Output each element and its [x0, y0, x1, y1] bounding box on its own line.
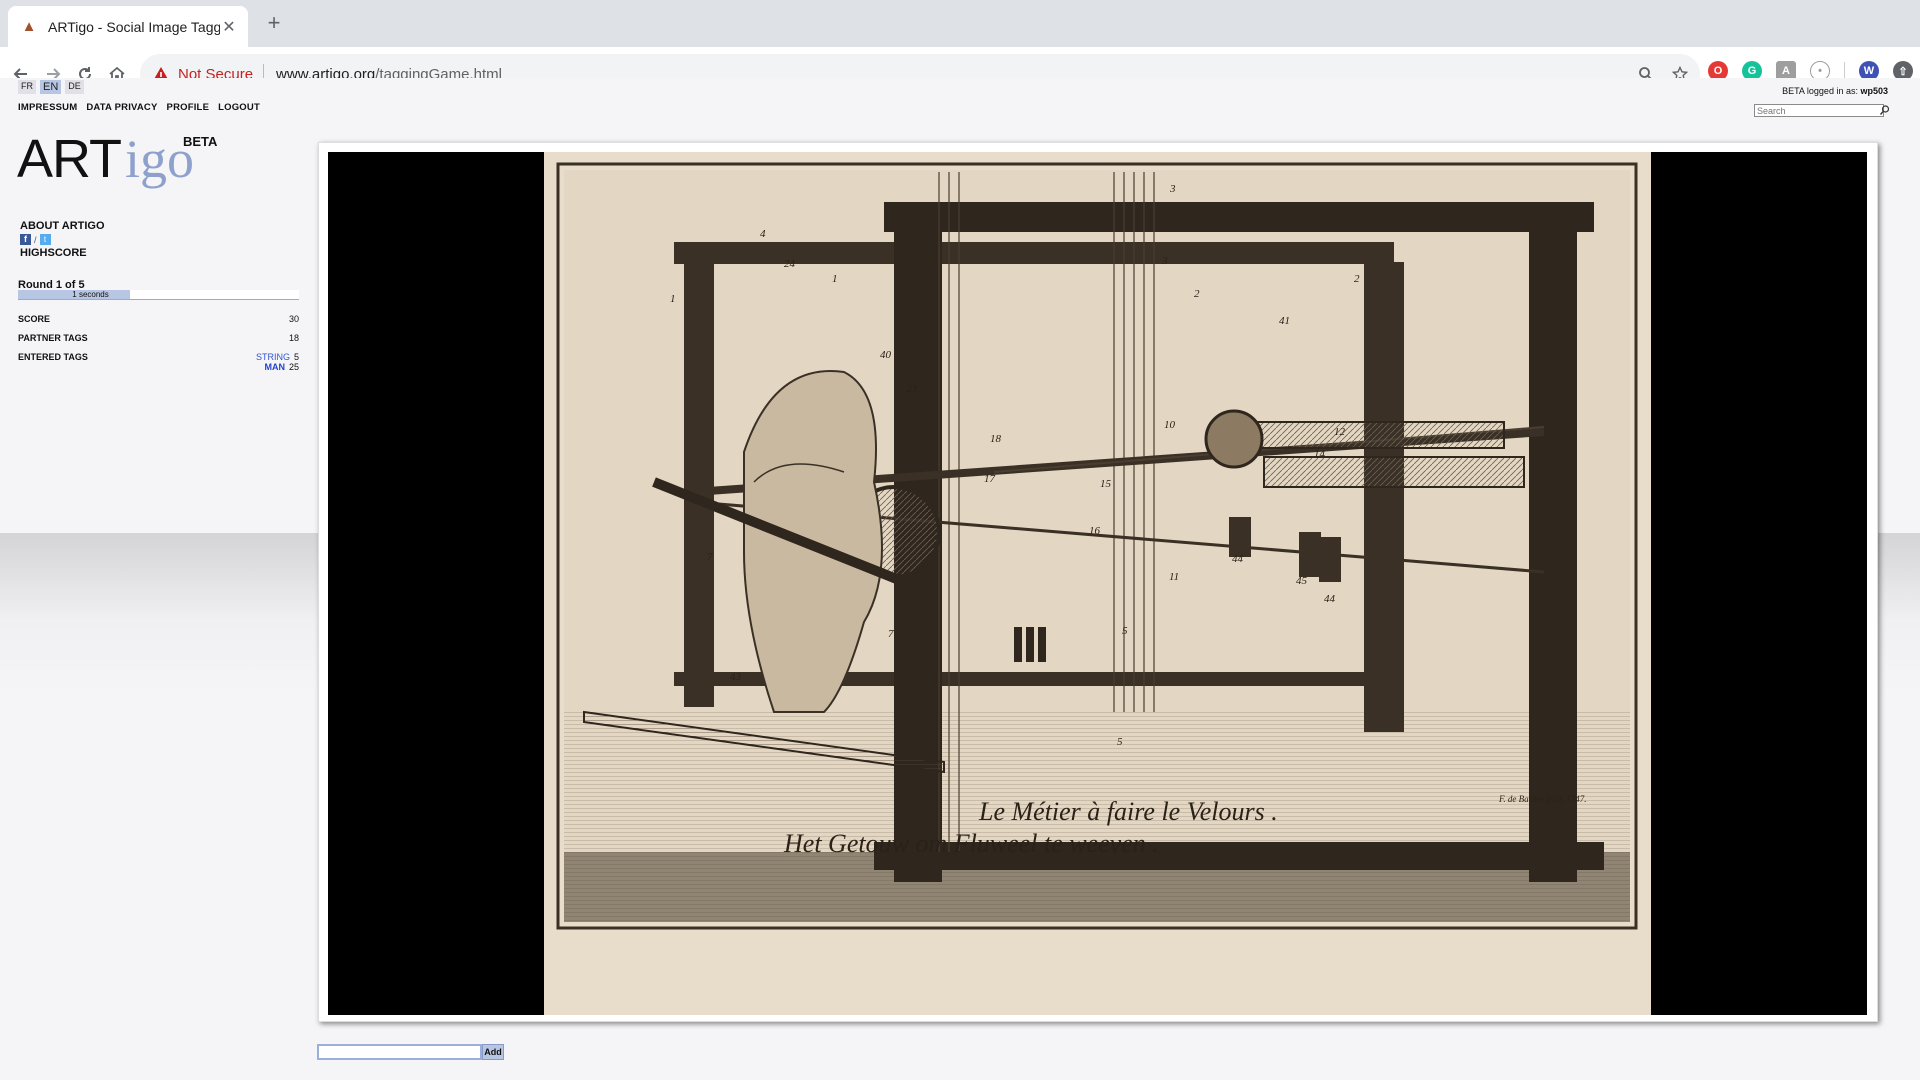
plate-numeral: 4 [760, 228, 766, 240]
round-timer-text: 1 seconds [72, 290, 109, 299]
lang-en[interactable]: EN [40, 80, 62, 94]
plate-numeral: 24 [784, 258, 796, 270]
login-prefix: BETA logged in as: [1782, 86, 1858, 96]
plate-numeral: 45 [1296, 575, 1308, 587]
sidebar-links: ABOUT ARTIGO f / t HIGHSCORE [20, 220, 105, 259]
plate-numeral: 17 [984, 473, 996, 485]
plate-numeral: 41 [1279, 315, 1290, 327]
language-switcher: FR EN DE [18, 80, 84, 94]
logout-link[interactable]: LOGOUT [218, 102, 260, 113]
tab-title: ARTigo - Social Image Tagging [48, 18, 220, 35]
plate-numeral: 15 [1100, 478, 1112, 490]
page-content: FR EN DE IMPRESSUM DATA PRIVACY PROFILE … [0, 78, 1920, 1080]
facebook-icon[interactable]: f [20, 234, 31, 245]
add-tag-button[interactable]: Add [482, 1044, 504, 1060]
entered-tag-name[interactable]: MAN [264, 362, 285, 372]
artigo-favicon-icon: ▲ [21, 18, 37, 35]
artwork-image: Le Métier à faire le Velours . Het Getou… [544, 152, 1651, 1015]
score-label: SCORE [18, 314, 51, 324]
plate-numeral: 11 [1169, 571, 1179, 583]
highscore-link[interactable]: HIGHSCORE [20, 247, 105, 259]
new-tab-button[interactable]: + [260, 10, 288, 38]
login-status: BETA logged in as: wp503 [1782, 86, 1888, 96]
browser-tab[interactable]: ▲ ARTigo - Social Image Tagging ✕ [8, 6, 248, 47]
plate-numeral: 7 [888, 628, 894, 640]
search-input[interactable] [1754, 104, 1884, 117]
list-item: MAN 25 [256, 362, 299, 372]
top-navigation: IMPRESSUM DATA PRIVACY PROFILE LOGOUT [18, 102, 260, 113]
artwork-signature: F. de Bakker fecit, 1747. [1498, 794, 1587, 804]
entered-tag-name[interactable]: STRING [256, 352, 290, 362]
plate-numeral: 23 [906, 383, 918, 395]
artwork-background: Le Métier à faire le Velours . Het Getou… [328, 152, 1867, 1015]
artwork-frame: Le Métier à faire le Velours . Het Getou… [318, 142, 1878, 1022]
plate-numeral: 5 [1117, 736, 1123, 748]
plate-numeral: 12 [1334, 426, 1346, 438]
impressum-link[interactable]: IMPRESSUM [18, 102, 77, 113]
plate-numeral: 10 [1164, 419, 1176, 431]
data-privacy-link[interactable]: DATA PRIVACY [86, 102, 157, 113]
plate-numeral: 1 [670, 293, 676, 305]
username: wp503 [1860, 86, 1888, 96]
close-tab-icon[interactable]: ✕ [220, 17, 238, 37]
entered-tag-count: 25 [288, 362, 299, 372]
profile-link[interactable]: PROFILE [167, 102, 210, 113]
twitter-icon[interactable]: t [39, 234, 51, 245]
browser-tab-bar: ▲ ARTigo - Social Image Tagging ✕ + [0, 0, 1920, 47]
plate-numeral: 2 [1354, 273, 1360, 285]
plate-numeral: 43 [730, 671, 742, 683]
plate-numeral: 7 [707, 551, 713, 563]
entered-tag-count: 5 [293, 352, 299, 362]
artwork-caption-nl: Het Getouw om Fluweel te weeven . [783, 829, 1159, 858]
lang-fr[interactable]: FR [18, 80, 36, 94]
plate-numeral: 16 [1089, 525, 1101, 537]
logo-art-text: ART [17, 129, 122, 189]
artwork-caption-fr: Le Métier à faire le Velours . [978, 797, 1278, 826]
plate-numeral: 14 [1314, 448, 1326, 460]
entered-tags-label: ENTERED TAGS [18, 352, 88, 362]
plate-numeral: 5 [1122, 625, 1128, 637]
social-links: f / t [20, 234, 105, 245]
game-stats: SCORE 30 PARTNER TAGS 18 ENTERED TAGS ST… [18, 314, 299, 381]
score-row: SCORE 30 [18, 314, 299, 324]
logo-beta-label: BETA [183, 134, 218, 149]
plate-numeral: 3 [1161, 255, 1168, 267]
partner-tags-row: PARTNER TAGS 18 [18, 333, 299, 343]
partner-tags-label: PARTNER TAGS [18, 333, 88, 343]
entered-tags-row: ENTERED TAGS STRING 5 MAN 25 [18, 352, 299, 372]
plate-numeral: 44 [1232, 553, 1244, 565]
score-value: 30 [288, 314, 299, 324]
plate-numeral: 18 [990, 433, 1002, 445]
about-artigo-link[interactable]: ABOUT ARTIGO [20, 220, 105, 232]
plate-numeral: 3 [1169, 183, 1176, 195]
artigo-logo[interactable]: ARTigo BETA [17, 128, 217, 190]
search-icon[interactable] [1879, 104, 1891, 117]
list-item: STRING 5 [256, 352, 299, 362]
partner-tags-value: 18 [288, 333, 299, 343]
plate-numeral: 2 [1194, 288, 1200, 300]
entered-tags-list: STRING 5 MAN 25 [256, 352, 299, 372]
plate-numeral: 40 [880, 349, 892, 361]
lang-de[interactable]: DE [65, 80, 84, 94]
tag-entry-input[interactable] [317, 1044, 482, 1060]
plate-numeral: 44 [1324, 593, 1336, 605]
social-separator: / [34, 234, 37, 245]
plate-numeral: 1 [832, 273, 838, 285]
round-timer-bar: 1 seconds [18, 290, 299, 300]
